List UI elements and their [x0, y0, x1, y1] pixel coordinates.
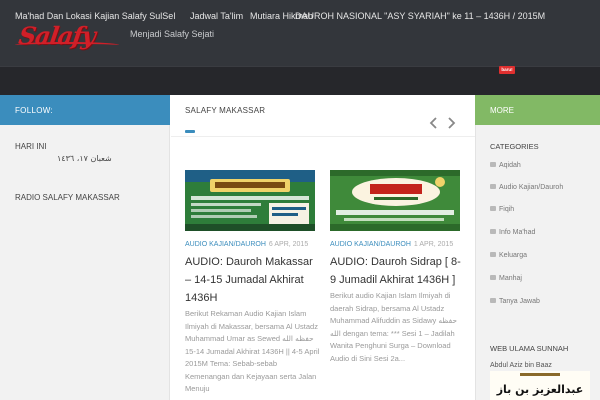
- right-sidebar: [475, 95, 600, 400]
- post-meta: AUDIO KAJIAN/DAUROH 1 APR, 2015: [330, 241, 453, 248]
- post-thumbnail-sidrap[interactable]: [330, 170, 460, 231]
- folder-icon: [490, 162, 496, 167]
- category-label: Info Ma'had: [499, 229, 536, 236]
- folder-icon: [490, 229, 496, 234]
- widget-title-hari-ini: HARI INI: [15, 142, 47, 151]
- category-link-keluarga[interactable]: Keluarga: [490, 252, 527, 259]
- folder-icon: [490, 275, 496, 280]
- category-link-audio[interactable]: Audio Kajian/Dauroh: [490, 184, 563, 191]
- post-title-makassar[interactable]: AUDIO: Dauroh Makassar – 14-15 Jumadal A…: [185, 253, 320, 307]
- section-title: SALAFY MAKASSAR: [185, 106, 266, 115]
- category-label: Keluarga: [499, 252, 528, 259]
- nav-item-dauroh-nasional[interactable]: DAUROH NASIONAL "ASY SYARIAH" ke 11 – 14…: [295, 11, 545, 21]
- category-label: Manhaj: [499, 275, 522, 282]
- category-label: Aqidah: [499, 162, 521, 169]
- more-label: MORE: [490, 106, 514, 115]
- nav-item-mahad[interactable]: Ma'had Dan Lokasi Kajian Salafy SulSel: [15, 11, 175, 21]
- site-logo[interactable]: Salafy: [15, 20, 119, 50]
- site-tagline: Menjadi Salafy Sejati: [130, 29, 215, 39]
- post-date: 1 APR, 2015: [413, 241, 454, 248]
- category-label: Audio Kajian/Dauroh: [499, 184, 564, 191]
- svg-text:عبدالعزيز بن باز: عبدالعزيز بن باز: [496, 383, 584, 396]
- logo-swoosh: [15, 42, 119, 48]
- post-excerpt: Berikut audio Kajian Islam Ilmiyah di da…: [330, 291, 457, 363]
- folder-icon: [490, 252, 496, 257]
- folder-icon: [490, 206, 496, 211]
- category-link-tanya-jawab[interactable]: Tanya Jawab: [490, 298, 540, 305]
- category-link-manhaj[interactable]: Manhaj: [490, 275, 522, 282]
- categories-heading: CATEGORIES: [490, 142, 539, 151]
- new-badge: baru!: [499, 66, 515, 74]
- hijri-date: شعبان ١٧، ١٤٣٦: [57, 154, 112, 163]
- category-label: Tanya Jawab: [499, 298, 540, 305]
- section-accent: [185, 130, 195, 133]
- category-link-info-mahad[interactable]: Info Ma'had: [490, 229, 535, 236]
- prev-arrow-icon[interactable]: [427, 116, 441, 130]
- category-link-aqidah[interactable]: Aqidah: [490, 162, 521, 169]
- category-link-fiqih[interactable]: Fiqih: [490, 206, 514, 213]
- post-title-sidrap[interactable]: AUDIO: Dauroh Sidrap [ 8-9 Jumadil Akhir…: [330, 253, 465, 289]
- post-category-link[interactable]: AUDIO KAJIAN/DAUROH: [185, 241, 266, 248]
- category-label: Fiqih: [499, 206, 515, 213]
- web-ulama-heading: WEB ULAMA SUNNAH: [490, 344, 569, 353]
- post-meta: AUDIO KAJIAN/DAUROH 6 APR, 2015: [185, 241, 308, 248]
- left-sidebar: [0, 95, 170, 400]
- post-date: 6 APR, 2015: [268, 241, 309, 248]
- post-thumbnail-makassar[interactable]: [185, 170, 315, 231]
- folder-icon: [490, 298, 496, 303]
- follow-label: FOLLOW:: [15, 106, 53, 115]
- post-category-link[interactable]: AUDIO KAJIAN/DAUROH: [330, 241, 411, 248]
- post-excerpt: Berikut Rekaman Audio Kajian Islam Ilmiy…: [185, 309, 320, 393]
- folder-icon: [490, 184, 496, 189]
- ulama-calligraphy-image[interactable]: عبدالعزيز بن باز: [490, 371, 590, 400]
- nav-item-jadwal[interactable]: Jadwal Ta'lim: [190, 11, 243, 21]
- ulama-name[interactable]: Abdul Aziz bin Baaz: [490, 362, 552, 369]
- next-arrow-icon[interactable]: [444, 116, 458, 130]
- widget-title-radio: RADIO SALAFY MAKASSAR: [15, 193, 120, 202]
